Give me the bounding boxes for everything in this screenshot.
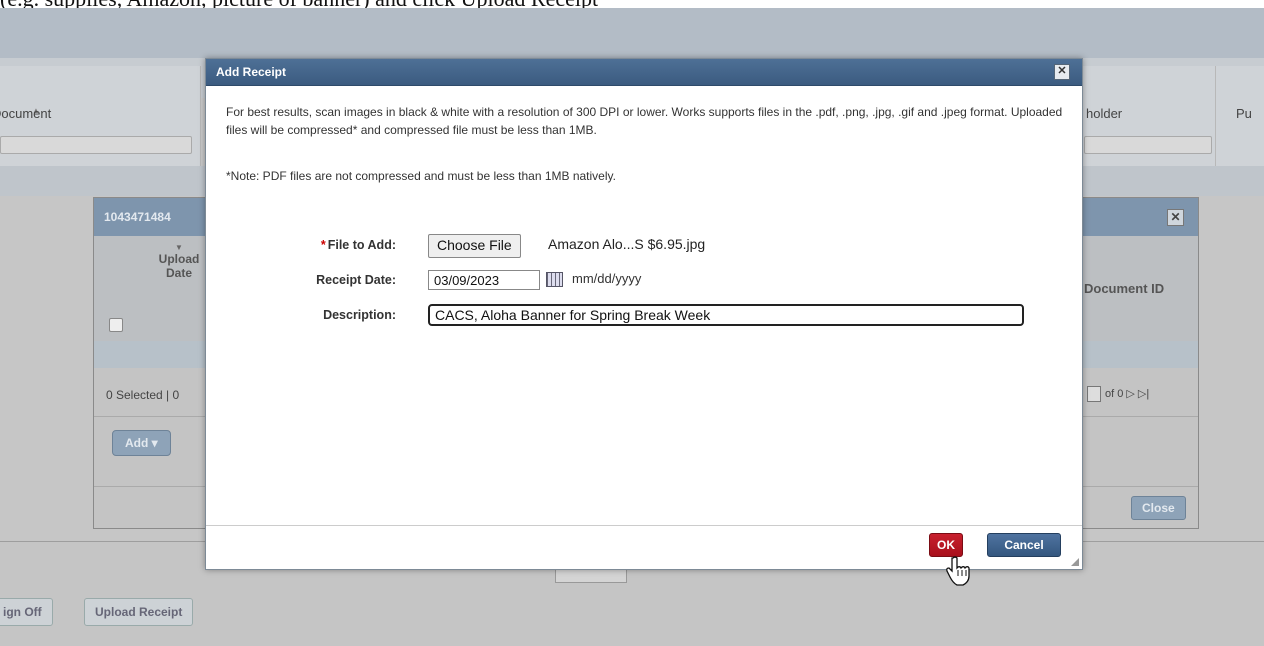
sign-off-button[interactable]: ign Off — [0, 598, 53, 626]
required-marker: * — [320, 238, 326, 252]
file-to-add-label: * File to Add: — [320, 238, 396, 252]
close-button[interactable]: Close — [1131, 496, 1186, 520]
top-caption-cropped: (e.g. supplies, Amazon, picture of banne… — [0, 0, 1264, 8]
column-header-label: Pu — [1236, 106, 1252, 121]
column-header-purchase[interactable]: Pu — [1216, 66, 1264, 166]
column-header-label: Upload Date — [158, 252, 200, 280]
sort-arrow-icon: ▼ — [175, 243, 183, 252]
column-header-document[interactable]: ▲ Document — [0, 66, 201, 166]
selection-count: 0 Selected | 0 — [106, 388, 180, 402]
calendar-icon[interactable] — [546, 272, 563, 287]
column-header-label: Document — [0, 106, 52, 121]
selected-file-name: Amazon Alo...S $6.95.jpg — [548, 236, 706, 252]
column-header-document-id[interactable]: Document ID — [1084, 281, 1164, 296]
upload-receipt-button[interactable]: Upload Receipt — [84, 598, 194, 626]
pager-text: of 0 ▷ ▷| — [1105, 387, 1150, 400]
receipt-date-label: Receipt Date: — [316, 273, 396, 287]
background-header — [0, 8, 1264, 58]
receipts-popup-title: 1043471484 — [104, 210, 171, 224]
pager[interactable]: of 0 ▷ ▷| — [1087, 386, 1149, 402]
upload-instructions: For best results, scan images in black &… — [226, 105, 1063, 137]
close-icon[interactable]: ✕ — [1054, 64, 1070, 80]
column-header-cardholder[interactable]: holder — [1080, 66, 1216, 166]
receipt-date-input[interactable]: 03/09/2023 — [428, 270, 540, 290]
ok-button[interactable]: OK — [929, 533, 963, 557]
description-input[interactable]: CACS, Aloha Banner for Spring Break Week — [428, 304, 1024, 326]
date-format-hint: mm/dd/yyyy — [572, 271, 642, 286]
add-receipt-dialog: Add Receipt ✕ For best results, scan ima… — [205, 58, 1083, 570]
document-filter-input[interactable] — [0, 136, 192, 154]
resize-grip[interactable] — [1071, 558, 1079, 566]
dialog-titlebar: Add Receipt ✕ — [206, 59, 1082, 86]
pdf-note: *Note: PDF files are not compressed and … — [226, 169, 616, 183]
select-all-checkbox[interactable] — [109, 318, 123, 332]
cancel-button[interactable]: Cancel — [987, 533, 1061, 557]
page-input[interactable] — [1087, 386, 1101, 402]
dialog-title: Add Receipt — [216, 65, 287, 79]
choose-file-button[interactable]: Choose File — [428, 234, 521, 258]
hand-cursor-icon — [946, 556, 970, 586]
description-label: Description: — [323, 308, 396, 322]
column-header-label: holder — [1086, 106, 1123, 121]
add-button[interactable]: Add ▾ — [112, 430, 171, 456]
divider — [206, 525, 1082, 526]
cardholder-filter-input[interactable] — [1084, 136, 1212, 154]
close-icon[interactable]: ✕ — [1167, 209, 1184, 226]
column-header-upload-date[interactable]: ▼ Upload Date — [149, 243, 209, 280]
